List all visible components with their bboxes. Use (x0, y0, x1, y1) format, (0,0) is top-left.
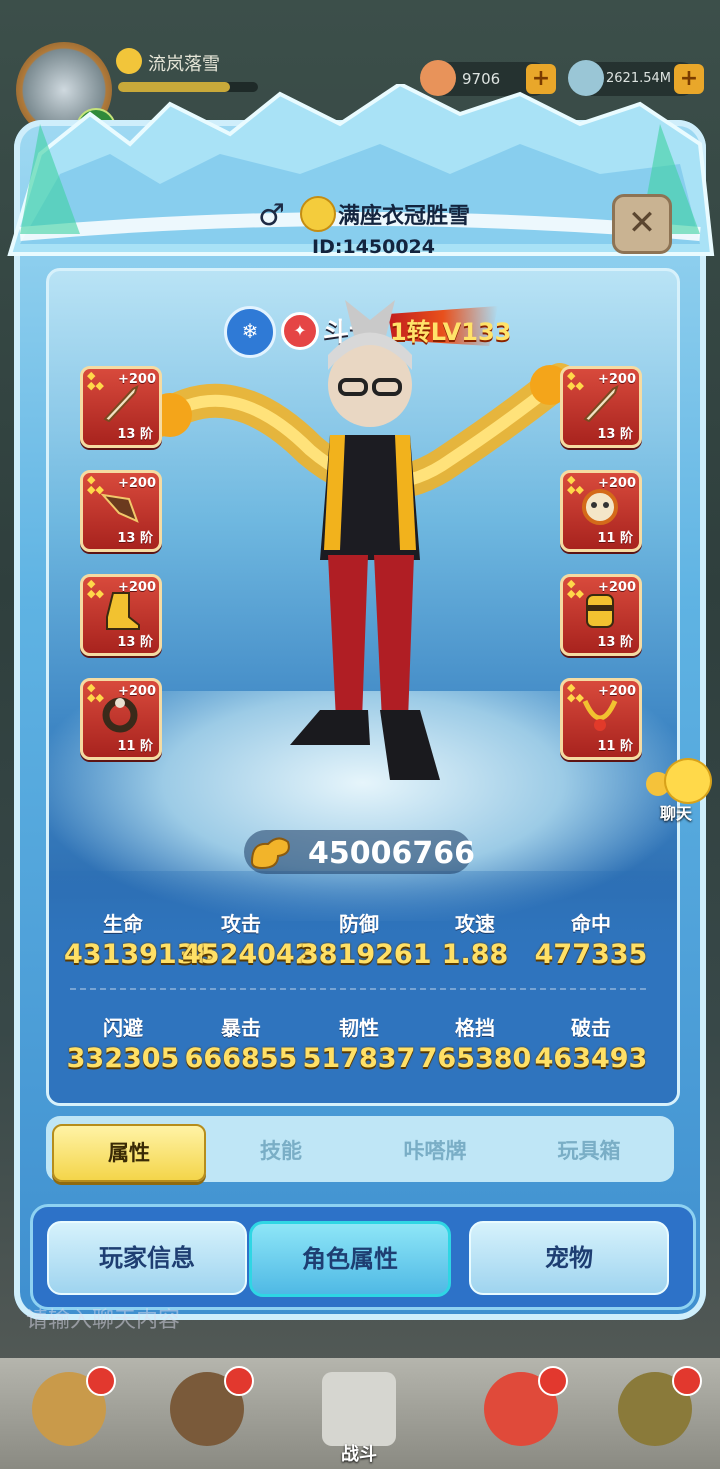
tab-attributes[interactable]: 属性 (52, 1124, 206, 1182)
equip-slot-left-3[interactable]: ◆ ◆◆ +200 13 阶 (80, 574, 162, 656)
notification-bell-icon (224, 1366, 254, 1396)
stat-hp: 生命 43139138 (64, 912, 215, 970)
tab-skills[interactable]: 技能 (206, 1124, 356, 1178)
notification-bell-icon (86, 1366, 116, 1396)
battle-sword-icon (322, 1372, 396, 1446)
stat-defense: 防御 3819261 (300, 912, 432, 970)
equip-slot-right-3[interactable]: ◆ ◆◆ +200 13 阶 (560, 574, 642, 656)
stat-crit: 暴击 666855 (184, 1016, 298, 1074)
notification-bell-icon (672, 1366, 702, 1396)
stat-dodge: 闪避 332305 (66, 1016, 180, 1074)
gauntlet-icon (586, 594, 614, 628)
chat-label: 聊天 (660, 804, 693, 823)
equip-slot-right-2[interactable]: ◆ ◆◆ +200 11 阶 (560, 470, 642, 552)
slot-tier: 11 阶 (597, 531, 633, 546)
rank-shield-icon: ❄ (224, 306, 276, 358)
fighter-character (290, 300, 440, 780)
nav-battle[interactable]: 战斗 (304, 1366, 414, 1465)
slot-tier: 13 阶 (597, 427, 633, 442)
nav-item-4[interactable] (466, 1366, 576, 1462)
nav-item-1[interactable] (14, 1366, 124, 1462)
nav-battle-label: 战斗 (341, 1444, 377, 1465)
equip-slot-left-2[interactable]: ◆ ◆◆ +200 13 阶 (80, 470, 162, 552)
equip-slot-right-1[interactable]: ◆ ◆◆ +200 13 阶 (560, 366, 642, 448)
chat-input[interactable]: 请输入聊天内容 (26, 1302, 180, 1334)
player-emoji-icon (116, 48, 142, 74)
tiger-mask-icon (582, 489, 618, 525)
stat-break: 破击 463493 (534, 1016, 648, 1074)
slot-tier: 13 阶 (117, 427, 153, 442)
equip-slot-right-4[interactable]: ◆ ◆◆ +200 11 阶 (560, 678, 642, 760)
stat-attack-speed: 攻速 1.88 (441, 912, 509, 970)
stat-toughness: 韧性 517837 (302, 1016, 416, 1074)
combat-power-value: 45006766 (308, 836, 475, 871)
slot-tier: 11 阶 (117, 739, 153, 754)
slot-tier: 13 阶 (117, 635, 153, 650)
sword-icon (583, 385, 619, 423)
male-gender-icon: ♂ (258, 198, 285, 233)
tab-pets[interactable]: 宠物 (469, 1221, 669, 1295)
muscle-arm-icon (250, 837, 290, 870)
nav-item-5[interactable] (600, 1366, 710, 1462)
sub-tab-bar: 属性 技能 咔嗒牌 玩具箱 (46, 1116, 674, 1182)
close-button[interactable]: ✕ (612, 194, 672, 254)
stats-divider (70, 988, 646, 990)
stat-accuracy: 命中 477335 (534, 912, 648, 970)
tab-player-info[interactable]: 玩家信息 (47, 1221, 247, 1295)
slot-tier: 13 阶 (117, 531, 153, 546)
player-id: ID:1450024 (312, 236, 435, 258)
equip-slot-left-4[interactable]: ◆ ◆◆ +200 11 阶 (80, 678, 162, 760)
player-name: 流岚落雪 (148, 54, 220, 75)
stat-block: 格挡 765380 (418, 1016, 532, 1074)
stat-attack: 攻击 4524042 (182, 912, 314, 970)
notification-bell-icon (538, 1366, 568, 1396)
player-title-name: 满座衣冠胜雪 (338, 204, 471, 229)
claw-weapon-icon (100, 493, 139, 523)
bottom-nav: 战斗 (0, 1358, 720, 1469)
combat-power: 45006766 (244, 830, 475, 874)
main-tab-bar: 玩家信息 角色属性 宠物 (30, 1204, 696, 1310)
equip-slot-left-1[interactable]: ◆ ◆◆ +200 13 阶 (80, 366, 162, 448)
necklace-icon (582, 699, 618, 731)
chat-button[interactable]: 聊天 (642, 758, 716, 824)
tab-character-attributes[interactable]: 角色属性 (249, 1221, 451, 1297)
nav-item-2[interactable] (152, 1366, 262, 1462)
tab-toybox[interactable]: 玩具箱 (514, 1124, 664, 1178)
boot-icon (106, 592, 140, 630)
tab-cards[interactable]: 咔嗒牌 (360, 1124, 510, 1178)
slot-tier: 11 阶 (597, 739, 633, 754)
title-emoji-icon (300, 196, 336, 232)
sword-icon (103, 385, 139, 423)
slot-tier: 13 阶 (597, 635, 633, 650)
chat-emoji-icon (664, 758, 712, 804)
ring-icon (102, 697, 138, 733)
